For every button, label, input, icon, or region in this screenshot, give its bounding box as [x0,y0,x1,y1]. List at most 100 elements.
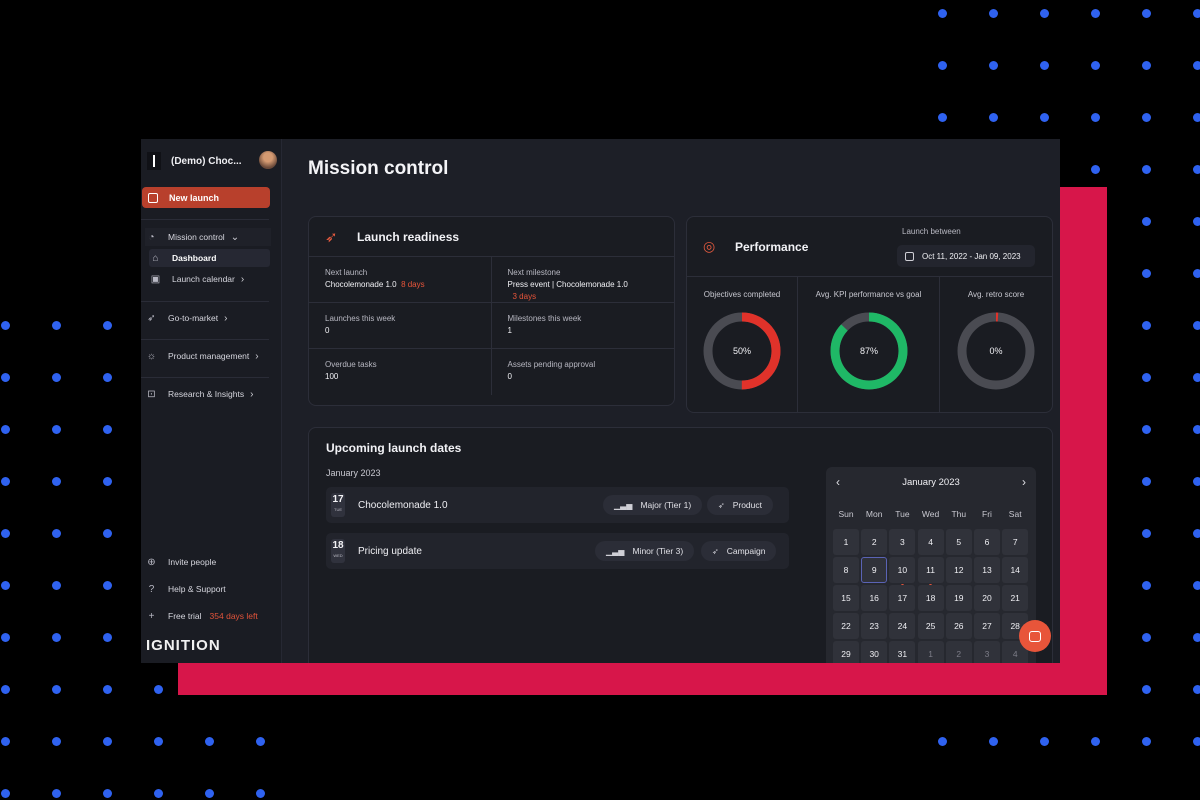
type-badge[interactable]: ➶ Product [707,495,773,515]
sidebar-item-free-trial[interactable]: + Free trial 354 days left [145,607,271,625]
stat-value: 100 [325,372,339,381]
calendar-day[interactable]: 5 [945,529,972,555]
calendar-day[interactable]: 3 [889,529,916,555]
readiness-stat[interactable]: Overdue tasks 100 [309,349,492,395]
calendar-day[interactable]: 17 [889,585,916,611]
calendar-day[interactable]: 31 [889,641,916,663]
launch-row[interactable]: 18 WED Pricing update ▁▃▅ Minor (Tier 3)… [326,533,789,569]
calendar-day[interactable]: 9 [861,557,888,583]
tier-badge[interactable]: ▁▃▅ Major (Tier 1) [603,495,703,515]
stat-label: Next launch [325,268,368,277]
calendar-day[interactable]: 21 [1002,585,1029,611]
chevron-right-icon: › [255,350,259,362]
readiness-stat[interactable]: Next launch Chocolemonade 1.0 8 days [309,257,492,303]
sidebar-item-launch-calendar[interactable]: ▣ Launch calendar › [149,270,270,288]
calendar-day[interactable]: 25 [917,613,944,639]
sidebar-item-help-support[interactable]: ? Help & Support [145,580,271,598]
tier-badge[interactable]: ▁▃▅ Minor (Tier 3) [595,541,695,561]
performance-card: ◎ Performance Launch between Oct 11, 202… [686,216,1053,413]
readiness-stat[interactable]: Assets pending approval 0 [492,349,675,395]
month-label: January 2023 [326,468,381,478]
calendar-day[interactable]: 7 [1002,529,1029,555]
background-dot [1,789,10,798]
calendar-day[interactable]: 29 [833,641,859,663]
sidebar-item-label: Product management [168,351,250,361]
calendar-day[interactable]: 4 [917,529,944,555]
calendar-day[interactable]: 24 [889,613,916,639]
calendar-day[interactable]: 16 [861,585,888,611]
sidebar-item-product-management[interactable]: ☼ Product management › [145,347,271,365]
upcoming-launches-card: Upcoming launch dates January 2023 17 TU… [308,427,1053,663]
readiness-stat[interactable]: Milestones this week 1 [491,303,674,349]
calendar-icon: ▣ [150,273,161,285]
sidebar-item-invite-people[interactable]: ⊕ Invite people [145,553,271,571]
calendar-day[interactable]: 6 [974,529,1000,555]
background-dot [1,737,10,746]
metric-label: Objectives completed [703,290,781,299]
background-dot [52,581,61,590]
trial-days-left: 354 days left [209,611,258,621]
launch-date-badge: 18 WED [331,539,345,563]
calendar-day[interactable]: 2 [861,529,888,555]
sidebar-item-research-insights[interactable]: ⊡ Research & Insights › [145,385,271,403]
stat-label: Assets pending approval [507,360,596,369]
avatar[interactable] [259,151,277,169]
launch-row[interactable]: 17 TUE Chocolemonade 1.0 ▁▃▅ Major (Tier… [326,487,789,523]
background-dot [103,581,112,590]
background-dot [1193,685,1200,694]
background-dot [1142,9,1151,18]
divider [141,339,269,340]
calendar-day[interactable]: 18 [917,585,944,611]
metric-retro-score[interactable]: Avg. retro score 0% [940,277,1052,413]
calendar-day[interactable]: 19 [945,585,972,611]
workspace-switcher[interactable]: (Demo) Choc... [147,151,277,171]
chat-launcher-button[interactable] [1019,620,1051,652]
calendar-day[interactable]: 12 [945,557,972,583]
calendar-day[interactable]: 1 [833,529,859,555]
calendar-day[interactable]: 10 [889,557,916,587]
stat-value: Press event | Chocolemonade 1.0 [507,280,628,289]
calendar-day[interactable]: 26 [945,613,972,639]
background-dot [52,633,61,642]
plus-icon: + [148,610,155,622]
calendar-day[interactable]: 15 [833,585,859,611]
stat-countdown: 3 days [512,292,537,301]
weekday-label: Thu [951,509,967,519]
readiness-stat[interactable]: Next milestone Press event | Chocolemona… [491,257,674,303]
tier-label: Major (Tier 1) [640,500,692,510]
calendar-day[interactable]: 22 [833,613,859,639]
calendar-day[interactable]: 23 [861,613,888,639]
readiness-stat[interactable]: Launches this week 0 [309,303,492,349]
help-icon: ? [148,583,155,595]
launch-name: Chocolemonade 1.0 [358,499,448,511]
background-dot [1,685,10,694]
sidebar-item-label: Launch calendar [172,274,235,284]
calendar-day[interactable]: 8 [833,557,859,583]
calendar-day[interactable]: 3 [974,641,1000,663]
calendar-day[interactable]: 1 [917,641,944,663]
background-dot [938,113,947,122]
calendar-day[interactable]: 2 [945,641,972,663]
background-dot [1142,633,1151,642]
new-launch-button[interactable]: New launch [142,187,270,208]
background-dot [1193,113,1200,122]
background-dot [1040,9,1049,18]
weekday-label: Tue [895,509,910,519]
launch-weekday: TUE [334,507,342,512]
metric-objectives[interactable]: Objectives completed 50% [687,277,798,413]
sidebar-item-dashboard[interactable]: ⌂ Dashboard [149,249,270,267]
sidebar-item-go-to-market[interactable]: ➶ Go-to-market › [145,309,271,327]
calendar-day[interactable]: 27 [974,613,1000,639]
background-dot [1142,61,1151,70]
calendar-day[interactable]: 14 [1002,557,1029,583]
calendar-day[interactable]: 13 [974,557,1000,583]
date-range-picker[interactable]: Oct 11, 2022 - Jan 09, 2023 [897,245,1035,267]
background-dot [1142,737,1151,746]
metric-kpi[interactable]: Avg. KPI performance vs goal 87% [798,277,940,413]
chevron-right-icon[interactable]: › [1022,475,1026,489]
calendar-day[interactable]: 30 [861,641,888,663]
calendar-day[interactable]: 20 [974,585,1000,611]
sidebar-item-mission-control[interactable]: ◔ Mission control ⌄ [145,228,271,246]
type-badge[interactable]: ➶ Campaign [701,541,777,561]
calendar-day[interactable]: 11 [917,557,944,587]
